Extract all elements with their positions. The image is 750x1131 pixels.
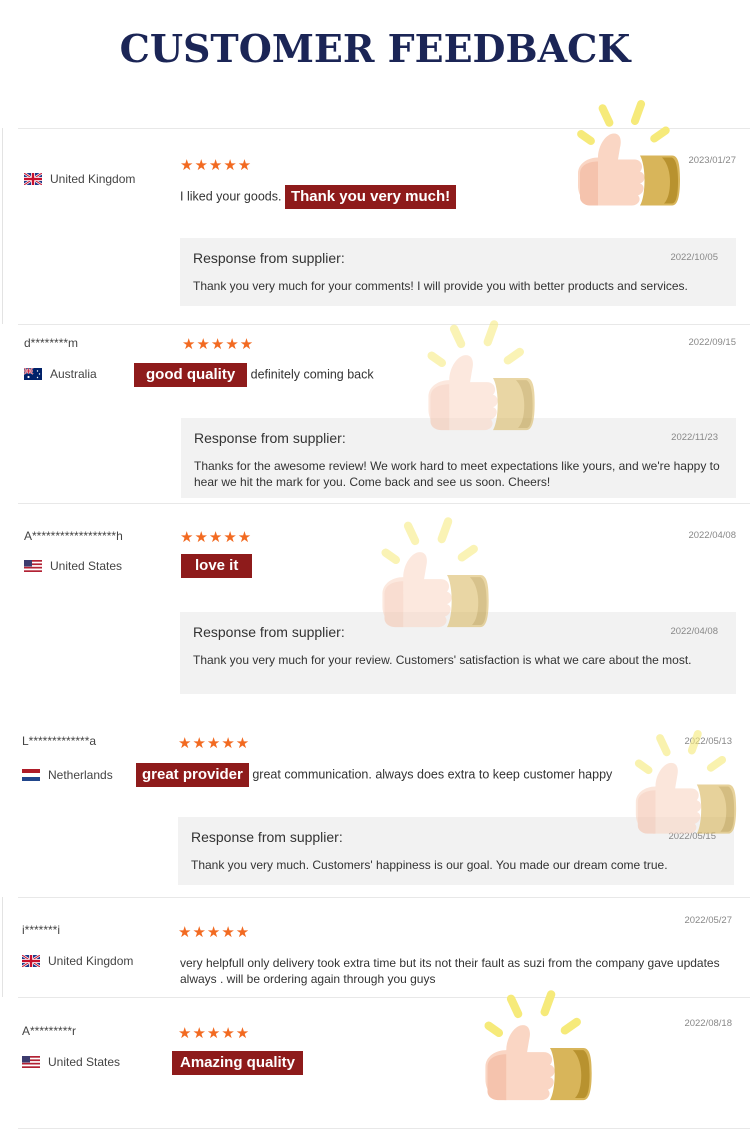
thumbs-up-icon	[482, 989, 592, 1101]
page-title: CUSTOMER FEEDBACK	[119, 26, 631, 71]
star-rating: ★★★★★	[178, 1025, 251, 1042]
reviewer-country: Netherlands	[22, 768, 113, 782]
review-divider	[18, 897, 750, 898]
star-rating: ★★★★★	[178, 735, 251, 752]
comment-text: I liked your goods.	[180, 189, 282, 204]
country-label: United Kingdom	[50, 172, 136, 186]
review-date: 2022/08/18	[684, 1018, 732, 1029]
reviewer-country: United Kingdom	[24, 172, 135, 186]
reviewer-name: A******************h	[24, 529, 123, 543]
response-title: Response from supplier:	[193, 250, 345, 266]
review-divider	[18, 997, 750, 998]
review-tag: great provider	[136, 763, 249, 787]
country-label: United Kingdom	[48, 954, 134, 968]
us-flag-icon	[24, 560, 42, 572]
reviewer-country: United States	[24, 559, 122, 573]
review-date: 2023/01/27	[688, 155, 736, 166]
thumbs-up-icon	[425, 319, 535, 431]
country-label: United States	[50, 559, 123, 573]
response-date: 2022/11/23	[671, 432, 718, 443]
review-comment: I liked your goods. Thank you very much!	[180, 185, 457, 209]
review-date: 2022/05/27	[684, 915, 732, 926]
supplier-response: Response from supplier: 2022/10/05 Thank…	[180, 238, 736, 306]
response-text: Thank you very much for your review. Cus…	[193, 653, 692, 667]
reviewer-name: L*************a	[22, 734, 97, 748]
review-comment: love it	[181, 554, 253, 578]
country-label: Australia	[50, 367, 97, 381]
star-rating: ★★★★★	[180, 529, 253, 546]
comment-text: definitely coming back	[250, 367, 374, 382]
country-label: Netherlands	[48, 768, 113, 782]
review-tag: good quality	[134, 363, 248, 387]
australia-flag-icon	[24, 368, 42, 380]
country-label: United States	[48, 1055, 121, 1069]
review-tag: Amazing quality	[172, 1051, 304, 1075]
us-flag-icon	[22, 1056, 40, 1068]
review-comment: very helpfull only delivery took extra t…	[180, 955, 736, 987]
review-comment: good quality definitely coming back	[134, 363, 374, 387]
review-border	[2, 128, 3, 324]
response-text: Thank you very much for your comments! I…	[193, 279, 688, 293]
reviewer-country: United Kingdom	[22, 954, 133, 968]
review-tag: Thank you very much!	[284, 185, 457, 209]
response-text: Thank you very much. Customers' happines…	[191, 858, 668, 872]
review-divider	[18, 1128, 750, 1129]
review-comment: Amazing quality	[172, 1051, 304, 1075]
response-title: Response from supplier:	[191, 829, 343, 845]
response-date: 2022/10/05	[670, 252, 718, 263]
review-divider	[18, 324, 750, 325]
review-comment: great provider great communication. alwa…	[136, 763, 612, 787]
comment-text: great communication. always does extra t…	[252, 767, 613, 782]
star-rating: ★★★★★	[178, 924, 251, 941]
comment-text: very helpfull only delivery took extra t…	[180, 956, 720, 986]
reviewer-country: Australia	[24, 367, 97, 381]
uk-flag-icon	[24, 173, 42, 185]
thumbs-up-icon	[575, 98, 680, 206]
review-border	[2, 897, 3, 997]
response-title: Response from supplier:	[194, 430, 346, 446]
reviewer-name: i*******i	[22, 923, 61, 937]
reviewer-country: United States	[22, 1055, 120, 1069]
review-date: 2022/04/08	[688, 530, 736, 541]
star-rating: ★★★★★	[182, 336, 255, 353]
reviewer-name: A*********r	[22, 1024, 77, 1038]
netherlands-flag-icon	[22, 769, 40, 781]
thumbs-up-icon	[379, 516, 489, 628]
response-text: Thanks for the awesome review! We work h…	[194, 459, 720, 489]
response-date: 2022/04/08	[670, 626, 718, 637]
star-rating: ★★★★★	[180, 157, 253, 174]
uk-flag-icon	[22, 955, 40, 967]
review-tag: love it	[181, 554, 253, 578]
response-title: Response from supplier:	[193, 624, 345, 640]
thumbs-up-icon	[633, 728, 737, 834]
reviewer-name: d********m	[24, 336, 79, 350]
review-date: 2022/09/15	[688, 337, 736, 348]
